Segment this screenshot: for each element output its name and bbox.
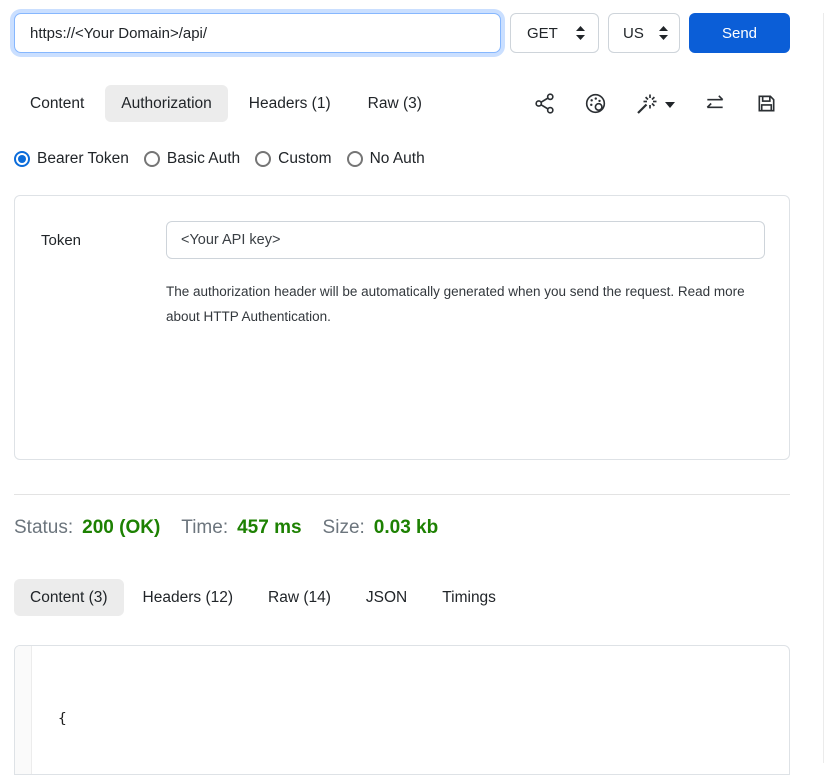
status-group: Status: 200 (OK) <box>14 517 160 539</box>
vertical-scrollbar[interactable] <box>823 13 837 763</box>
url-input[interactable] <box>14 13 501 53</box>
token-input[interactable] <box>166 221 765 259</box>
token-label: Token <box>41 232 166 249</box>
response-json: { "message": "API running." } <box>32 646 311 774</box>
auth-panel: Token The authorization header will be a… <box>14 195 790 460</box>
method-select-value: GET <box>527 25 558 42</box>
region-select[interactable]: US <box>608 13 680 53</box>
auth-helper-text: The authorization header will be automat… <box>166 279 762 329</box>
size-value: 0.03 kb <box>374 517 438 539</box>
request-toolbar <box>533 92 790 116</box>
radio-unselected-icon <box>144 151 160 167</box>
response-tab-json[interactable]: JSON <box>350 579 423 616</box>
size-label: Size: <box>323 517 365 539</box>
code-line: { <box>58 707 311 732</box>
response-tab-headers[interactable]: Headers (12) <box>127 579 249 616</box>
response-body-viewer[interactable]: { "message": "API running." } <box>14 645 790 775</box>
request-tabs: Content Authorization Headers (1) Raw (3… <box>14 85 790 122</box>
radio-basic-auth[interactable]: Basic Auth <box>144 150 240 168</box>
time-value: 457 ms <box>237 517 301 539</box>
palette-icon[interactable] <box>584 92 607 115</box>
radio-label: Bearer Token <box>37 150 129 168</box>
response-tabs: Content (3) Headers (12) Raw (14) JSON T… <box>14 579 790 616</box>
tab-raw[interactable]: Raw (3) <box>352 85 438 122</box>
updown-arrows-icon <box>575 25 586 41</box>
response-tab-timings[interactable]: Timings <box>426 579 512 616</box>
share-icon[interactable] <box>533 92 556 115</box>
radio-selected-icon <box>14 151 30 167</box>
time-group: Time: 457 ms <box>181 517 301 539</box>
request-bar: GET US Send <box>14 13 790 53</box>
send-button[interactable]: Send <box>689 13 790 53</box>
updown-arrows-icon <box>658 25 669 41</box>
radio-label: No Auth <box>370 150 425 168</box>
radio-label: Basic Auth <box>167 150 240 168</box>
radio-unselected-icon <box>255 151 271 167</box>
response-status-bar: Status: 200 (OK) Time: 457 ms Size: 0.03… <box>14 517 790 539</box>
radio-custom[interactable]: Custom <box>255 150 331 168</box>
token-row: Token <box>41 221 765 259</box>
chevron-down-icon <box>665 102 675 108</box>
magic-wand-icon[interactable] <box>635 92 675 116</box>
swap-arrows-icon[interactable] <box>703 92 727 115</box>
save-icon[interactable] <box>755 92 778 115</box>
response-tab-content[interactable]: Content (3) <box>14 579 124 616</box>
code-gutter <box>15 646 32 774</box>
response-tab-raw[interactable]: Raw (14) <box>252 579 347 616</box>
tab-content[interactable]: Content <box>14 85 100 122</box>
time-label: Time: <box>181 517 228 539</box>
radio-label: Custom <box>278 150 331 168</box>
tab-authorization[interactable]: Authorization <box>105 85 227 122</box>
api-client-page: GET US Send Content Authorization Header… <box>14 13 790 775</box>
region-select-value: US <box>623 25 644 42</box>
status-label: Status: <box>14 517 73 539</box>
method-select[interactable]: GET <box>510 13 599 53</box>
auth-type-options: Bearer Token Basic Auth Custom No Auth <box>14 150 790 168</box>
tab-headers[interactable]: Headers (1) <box>233 85 347 122</box>
radio-unselected-icon <box>347 151 363 167</box>
radio-bearer-token[interactable]: Bearer Token <box>14 150 129 168</box>
size-group: Size: 0.03 kb <box>323 517 439 539</box>
section-divider <box>14 494 790 495</box>
radio-no-auth[interactable]: No Auth <box>347 150 425 168</box>
status-value: 200 (OK) <box>82 517 160 539</box>
